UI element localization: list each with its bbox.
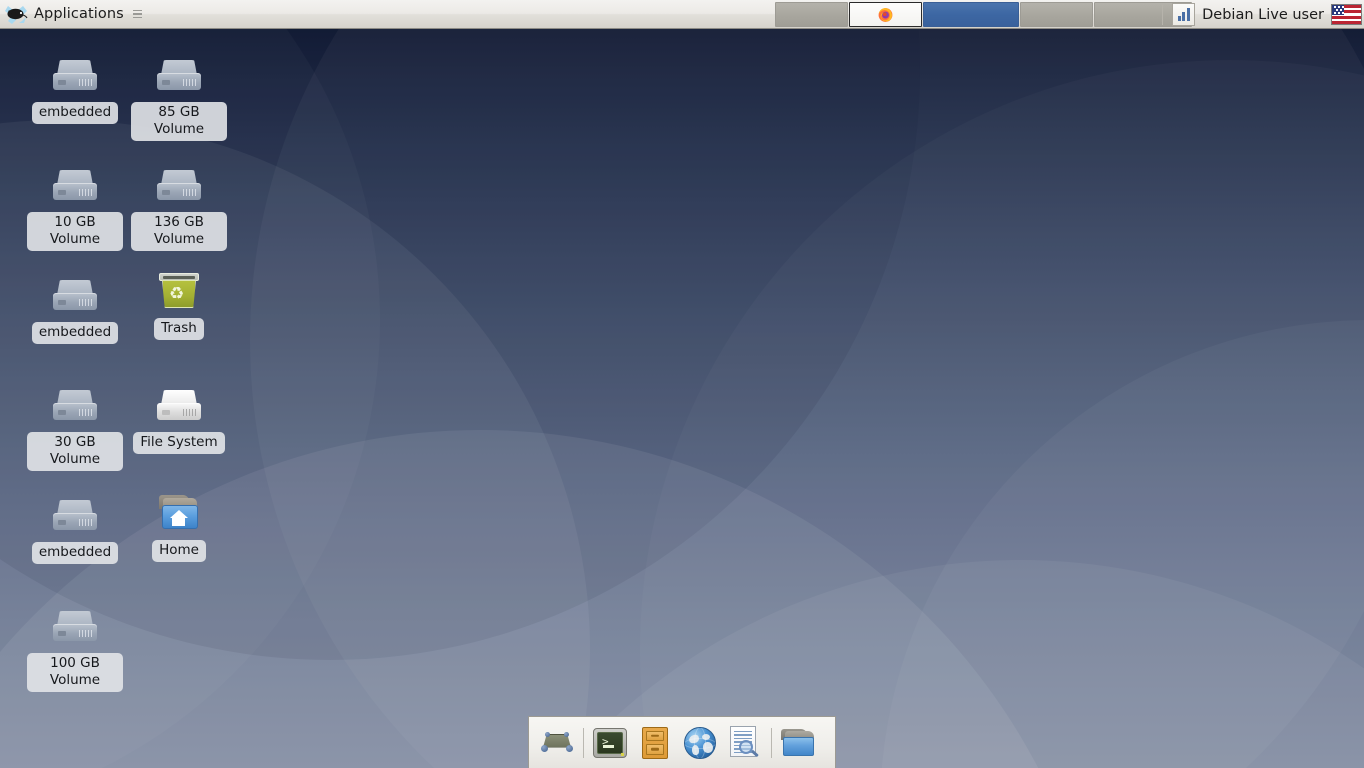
applications-menu-label: Applications <box>34 6 124 22</box>
terminal-button[interactable]: > <box>591 724 629 762</box>
desktop-icon-file-system[interactable]: File System <box>131 381 227 454</box>
desktop-icon-30gb-volume[interactable]: 30 GB Volume <box>27 381 123 471</box>
dock-separator-2 <box>771 727 772 758</box>
hard-drive-icon <box>155 51 203 99</box>
show-desktop-icon <box>540 731 574 755</box>
hard-drive-icon <box>51 491 99 539</box>
window-tasklist <box>775 2 1193 27</box>
hard-drive-icon <box>51 602 99 650</box>
us-flag-icon[interactable] <box>1331 4 1362 25</box>
desktop-icon-label: File System <box>133 432 225 454</box>
desktop-icon-label: 85 GB Volume <box>131 102 227 141</box>
desktop-icon-embedded-2[interactable]: embedded <box>27 271 123 344</box>
file-manager-button[interactable] <box>779 724 817 762</box>
desktop-icon-label: 100 GB Volume <box>27 653 123 692</box>
bar-chart-icon[interactable] <box>1172 3 1196 26</box>
desktop-icon-embedded[interactable]: embedded <box>27 51 123 124</box>
firefox-icon <box>878 8 893 22</box>
user-label: Debian Live user <box>1202 6 1324 23</box>
application-dock: > <box>528 716 836 768</box>
desktop-icon-10gb-volume[interactable]: 10 GB Volume <box>27 161 123 251</box>
task-button-1[interactable] <box>775 2 848 27</box>
hard-drive-icon <box>51 51 99 99</box>
document-viewer-button[interactable] <box>726 724 764 762</box>
folder-icon <box>781 728 815 757</box>
task-button-firefox[interactable] <box>849 2 922 27</box>
desktop-icon-label: embedded <box>31 542 119 564</box>
task-button-4[interactable] <box>1020 2 1093 27</box>
web-browser-button[interactable] <box>681 724 719 762</box>
file-system-icon <box>155 381 203 429</box>
desktop-icon-label: 136 GB Volume <box>131 212 227 251</box>
desktop-icon-136gb-volume[interactable]: 136 GB Volume <box>131 161 227 251</box>
desktop-screen: Applications Debian Live user embedded 8… <box>0 0 1364 768</box>
hard-drive-icon <box>51 271 99 319</box>
desktop-icon-label: Trash <box>154 318 204 340</box>
globe-icon <box>684 726 716 759</box>
desktop-icon-label: 10 GB Volume <box>27 212 123 251</box>
desktop-icon-label: 30 GB Volume <box>27 432 123 471</box>
top-panel: Applications Debian Live user <box>0 0 1364 29</box>
desktop-icon-100gb-volume[interactable]: 100 GB Volume <box>27 602 123 692</box>
dock-separator-1 <box>583 727 584 758</box>
desktop-icon-85gb-volume[interactable]: 85 GB Volume <box>131 51 227 141</box>
hard-drive-icon <box>51 381 99 429</box>
desktop-icon-trash[interactable]: ♻ Trash <box>131 267 227 340</box>
desktop-icon-label: embedded <box>31 322 119 344</box>
file-cabinet-icon <box>642 726 668 759</box>
file-cabinet-button[interactable] <box>636 724 674 762</box>
hard-drive-icon <box>51 161 99 209</box>
panel-status-area: Debian Live user <box>1162 0 1364 29</box>
show-desktop-button[interactable] <box>538 724 576 762</box>
home-folder-icon <box>155 489 203 537</box>
desktop-icon-label: embedded <box>31 102 119 124</box>
desktop-icon-label: Home <box>152 540 206 562</box>
document-search-icon <box>730 725 760 760</box>
applications-menu-button[interactable]: Applications <box>0 1 148 28</box>
task-button-3[interactable] <box>923 2 1019 27</box>
xfce-mouse-logo-icon <box>5 6 28 24</box>
panel-grip-icon[interactable] <box>132 9 142 19</box>
desktop-icon-embedded-3[interactable]: embedded <box>27 491 123 564</box>
hard-drive-icon <box>155 161 203 209</box>
terminal-icon: > <box>593 727 627 758</box>
trash-icon: ♻ <box>155 267 203 315</box>
desktop-icon-home[interactable]: Home <box>131 489 227 562</box>
